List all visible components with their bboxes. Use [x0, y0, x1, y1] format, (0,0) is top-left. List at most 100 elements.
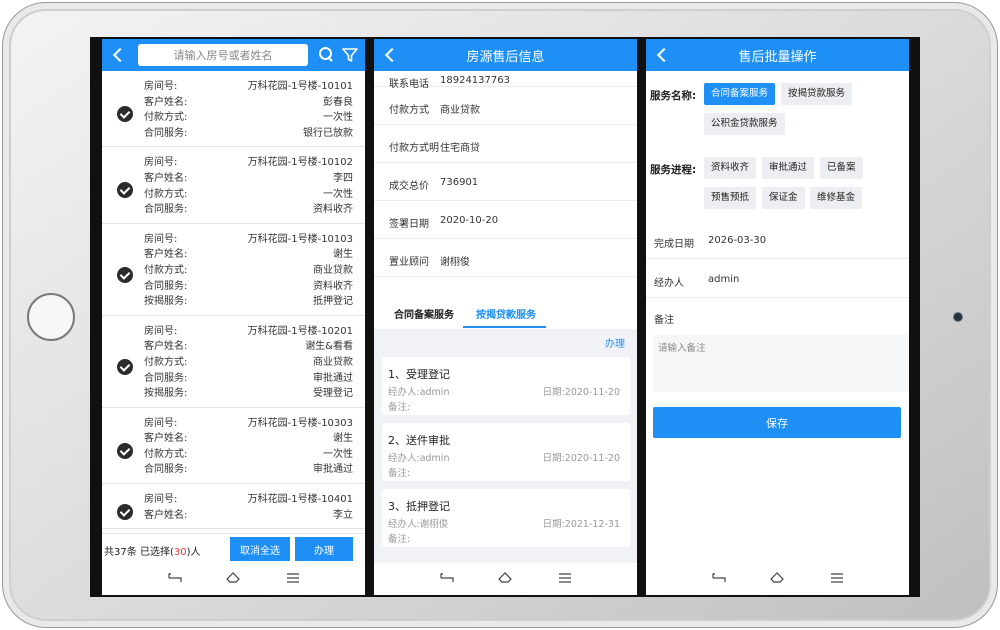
search-icon[interactable] — [318, 46, 334, 62]
record-field: 合同服务: 审批通过 — [144, 462, 353, 478]
service-name-label: 服务名称: — [650, 90, 697, 102]
step-card: 2、送件审批 经办人:admin 日期:2020-11-20 备注: — [382, 423, 630, 481]
progress-chip-docs[interactable]: 资料收齐 — [704, 157, 757, 179]
check-circle-icon[interactable] — [117, 106, 133, 122]
field-label: 房间号: — [144, 494, 178, 506]
record-field: 房间号: 万科花园-1号楼-10102 — [144, 155, 353, 171]
check-circle-icon[interactable] — [117, 266, 133, 283]
completion-date-row[interactable]: 完成日期 2026-03-30 — [646, 221, 909, 259]
record-field: 付款方式: 一次性 — [144, 187, 353, 203]
service-chip-contract-filing[interactable]: 合同备案服务 — [704, 83, 776, 105]
field-label: 合同服务: — [144, 204, 188, 216]
tablet-home-button[interactable] — [27, 293, 75, 341]
check-circle-icon[interactable] — [117, 504, 133, 521]
field-label: 付款方式: — [144, 448, 188, 460]
record-field: 按揭服务: 受理登记 — [144, 386, 353, 402]
field-label: 房间号: — [144, 157, 178, 169]
field-value: 谢生&看看 — [305, 341, 353, 353]
service-chip-housing-fund[interactable]: 公积金贷款服务 — [704, 113, 785, 135]
process-link[interactable]: 办理 — [605, 335, 625, 350]
field-value: 商业贷款 — [313, 264, 353, 276]
house-list-panel: 房间号:万科花园-1号楼-10101客户姓名:彭春良付款方式:一次性合同服务:银… — [102, 39, 365, 595]
handler-row[interactable]: 经办人 admin — [646, 260, 909, 298]
field-value: 受理登记 — [313, 388, 353, 400]
tablet-frame: 房间号:万科花园-1号楼-10101客户姓名:彭春良付款方式:一次性合同服务:银… — [2, 2, 998, 628]
progress-chip-deposit[interactable]: 保证金 — [762, 187, 805, 209]
nav-back-icon[interactable] — [440, 573, 454, 583]
mortgage-steps: 办理 1、受理登记 经办人:admin 日期:2020-11-20 备注: 2、… — [374, 329, 637, 563]
progress-chip-approved[interactable]: 审批通过 — [762, 157, 815, 179]
record-card[interactable]: 房间号: 万科花园-1号楼-10201 客户姓名: 谢生&看看 付款方式: 商业贷款 合同服… — [102, 316, 365, 408]
nav-back-icon[interactable] — [712, 573, 726, 583]
notes-textarea[interactable] — [653, 335, 908, 392]
field-value: 一次性 — [323, 448, 353, 460]
check-circle-icon[interactable] — [117, 358, 133, 375]
field-label: 房间号: — [144, 325, 178, 337]
record-field: 客户姓名: 李四 — [144, 171, 353, 187]
cancel-all-button[interactable]: 取消全选 — [230, 537, 290, 561]
active-tab-indicator — [463, 326, 546, 328]
record-field: 付款方式: 商业贷款 — [144, 263, 353, 279]
filter-icon[interactable] — [342, 47, 358, 63]
field-value: 万科花园-1号楼-10102 — [247, 157, 353, 169]
field-value: 抵押登记 — [313, 296, 353, 308]
field-label: 按揭服务: — [144, 296, 188, 308]
nav-menu-icon[interactable] — [831, 573, 843, 583]
service-chip-mortgage[interactable]: 按揭贷款服务 — [781, 83, 853, 105]
record-card[interactable]: 房间号: 万科花园-1号楼-10401 客户姓名: 李立 — [102, 484, 365, 530]
batch-operation-panel: 售后批量操作 服务名称: 合同备案服务 按揭贷款服务 公积金贷款服务 服务进程:… — [646, 39, 909, 595]
nav-menu-icon[interactable] — [287, 573, 299, 583]
nav-back-icon[interactable] — [168, 573, 182, 583]
save-button[interactable]: 保存 — [653, 407, 901, 438]
search-input[interactable] — [138, 44, 308, 66]
field-value: 一次性 — [323, 188, 353, 200]
record-field: 房间号: 万科花园-1号楼-10103 — [144, 232, 353, 248]
progress-chip-maintenance-fund[interactable]: 维修基金 — [810, 187, 863, 209]
nav-menu-icon[interactable] — [559, 573, 571, 583]
nav-home-icon[interactable] — [770, 572, 784, 584]
house-detail-panel: 房源售后信息 联系电话 18924137763 付款方式 商业贷款 付款方式明 住宅商… — [374, 39, 637, 595]
record-field: 合同服务: 资料收齐 — [144, 202, 353, 218]
page-title: 售后批量操作 — [738, 50, 817, 65]
record-card[interactable]: 房间号: 万科花园-1号楼-10101 客户姓名: 彭春良 付款方式: 一次性 合同服务: 银… — [102, 71, 365, 148]
record-field: 付款方式: 一次性 — [144, 110, 353, 126]
system-nav-bar — [102, 563, 365, 595]
nav-home-icon[interactable] — [226, 572, 240, 584]
process-button[interactable]: 办理 — [295, 537, 353, 561]
detail-topbar: 房源售后信息 — [374, 39, 637, 71]
info-row: 签署日期 2020-10-20 — [374, 201, 637, 239]
field-value: 一次性 — [323, 112, 353, 124]
tab-contract-filing[interactable]: 合同备案服务 — [394, 306, 454, 321]
selection-bar: 共37条 已选择(30)人 取消全选 办理 — [102, 533, 365, 563]
page-title: 房源售后信息 — [466, 50, 545, 65]
field-label: 客户姓名: — [144, 249, 188, 261]
record-card[interactable]: 房间号: 万科花园-1号楼-10103 客户姓名: 谢生 付款方式: 商业贷款 合同服务: 资… — [102, 224, 365, 316]
tab-mortgage-service[interactable]: 按揭贷款服务 — [476, 306, 536, 321]
record-field: 合同服务: 审批通过 — [144, 371, 353, 387]
nav-home-icon[interactable] — [498, 572, 512, 584]
check-circle-icon[interactable] — [117, 442, 133, 459]
progress-chip-filed[interactable]: 已备案 — [820, 157, 863, 179]
field-value: 彭春良 — [323, 96, 353, 108]
record-field: 房间号: 万科花园-1号楼-10401 — [144, 492, 353, 508]
field-label: 付款方式: — [144, 264, 188, 276]
record-field: 客户姓名: 谢生 — [144, 431, 353, 447]
field-label: 客户姓名: — [144, 172, 188, 184]
record-list: 房间号: 万科花园-1号楼-10101 客户姓名: 彭春良 付款方式: 一次性 合同服务: 银… — [102, 71, 365, 533]
record-field: 房间号: 万科花园-1号楼-10303 — [144, 416, 353, 432]
record-card[interactable]: 房间号: 万科花园-1号楼-10102 客户姓名: 李四 付款方式: 一次性合同服务: 资料… — [102, 147, 365, 224]
progress-chip-presale[interactable]: 预售预抵 — [704, 187, 757, 209]
list-topbar — [102, 39, 365, 71]
field-label: 客户姓名: — [144, 341, 188, 353]
field-value: 万科花园-1号楼-10101 — [247, 81, 353, 92]
notes-label: 备注 — [654, 315, 674, 326]
record-field: 客户姓名: 李立 — [144, 508, 353, 524]
record-card[interactable]: 房间号: 万科花园-1号楼-10303 客户姓名: 谢生 付款方式: 一次性合同服务: 审批… — [102, 408, 365, 485]
field-value: 商业贷款 — [313, 356, 353, 368]
check-circle-icon[interactable] — [117, 182, 133, 199]
back-arrow-icon[interactable] — [110, 45, 128, 65]
field-value: 谢生 — [333, 433, 353, 445]
field-label: 付款方式: — [144, 188, 188, 200]
detail-info: 联系电话 18924137763 付款方式 商业贷款 付款方式明 住宅商贷 成交总价 7… — [374, 71, 637, 277]
field-label: 房间号: — [144, 81, 178, 92]
